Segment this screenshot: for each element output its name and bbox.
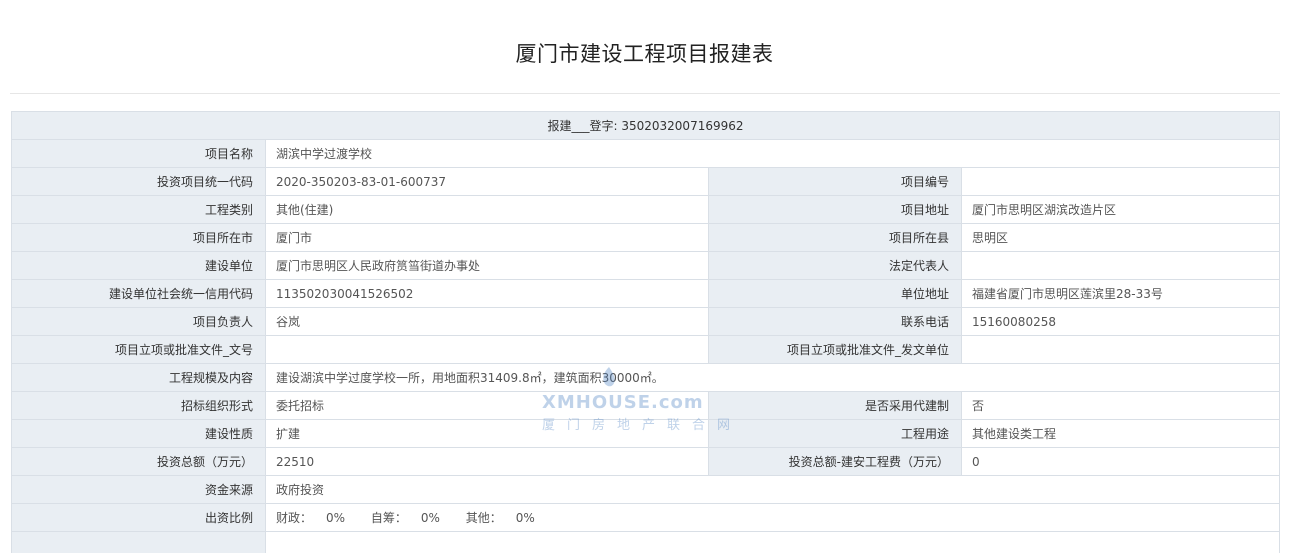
credit-code-label: 建设单位社会统一信用代码: [11, 279, 266, 308]
unit-address-label: 单位地址: [708, 279, 962, 308]
table-row: 工程规模及内容 建设湖滨中学过度学校一所，用地面积31409.8㎡，建筑面积30…: [11, 363, 1281, 392]
table-row: 项目所在市 厦门市 项目所在县 思明区: [11, 223, 1281, 252]
county-label: 项目所在县: [708, 223, 962, 252]
total-invest-value: 22510: [265, 447, 709, 476]
total-invest-label: 投资总额（万元）: [11, 447, 266, 476]
city-value: 厦门市: [265, 223, 709, 252]
usage-value: 其他建设类工程: [960, 419, 1281, 448]
project-address-label: 项目地址: [708, 195, 962, 224]
ratio-self-key: 自筹：: [370, 511, 407, 525]
unit-address-value: 福建省厦门市思明区莲滨里28-33号: [960, 279, 1281, 308]
table-row: 建设性质 扩建 工程用途 其他建设类工程: [11, 419, 1281, 448]
table-row: 工程类别 其他(住建) 项目地址 厦门市思明区湖滨改造片区: [11, 195, 1281, 224]
fund-source-label: 资金来源: [11, 475, 266, 504]
table-row: 出资比例 财政： 0% 自筹： 0% 其他： 0%: [11, 503, 1281, 532]
report-table: 报建___登字: 3502032007169962 项目名称 湖滨中学过渡学校 …: [10, 111, 1281, 553]
ratio-finance: 财政： 0%: [276, 509, 345, 526]
ratio-other: 其他： 0%: [466, 509, 535, 526]
phone-value: 15160080258: [960, 307, 1281, 336]
usage-label: 工程用途: [708, 419, 962, 448]
table-row: 投资项目统一代码 2020-350203-83-01-600737 项目编号: [11, 167, 1281, 196]
agent-system-value: 否: [960, 391, 1281, 420]
legal-rep-value: [960, 251, 1281, 280]
approval-doc-unit-value: [960, 335, 1281, 364]
fund-source-value: 政府投资: [264, 475, 1281, 504]
scale-label: 工程规模及内容: [11, 363, 266, 392]
builder-label: 建设单位: [11, 251, 266, 280]
fund-ratio-value: 财政： 0% 自筹： 0% 其他： 0%: [264, 503, 1281, 532]
phone-label: 联系电话: [708, 307, 962, 336]
project-address-value: 厦门市思明区湖滨改造片区: [960, 195, 1281, 224]
table-row: 项目立项或批准文件_文号 项目立项或批准文件_发文单位: [11, 335, 1281, 364]
nature-value: 扩建: [265, 419, 709, 448]
construction-cost-value: 0: [960, 447, 1281, 476]
bidding-form-label: 招标组织形式: [11, 391, 266, 420]
construction-cost-label: 投资总额-建安工程费（万元）: [708, 447, 962, 476]
city-label: 项目所在市: [11, 223, 266, 252]
partial-row-cell: [264, 531, 1281, 553]
project-name-label: 项目名称: [11, 139, 266, 168]
ratio-self: 自筹： 0%: [371, 509, 440, 526]
fund-ratio-label: 出资比例: [11, 503, 266, 532]
manager-label: 项目负责人: [11, 307, 266, 336]
scale-value: 建设湖滨中学过度学校一所，用地面积31409.8㎡，建筑面积30000㎡。: [264, 363, 1281, 392]
table-row: 投资总额（万元） 22510 投资总额-建安工程费（万元） 0: [11, 447, 1281, 476]
table-row: 建设单位社会统一信用代码 11350203004152650​2 单位地址 福建…: [11, 279, 1281, 308]
project-type-value: 其他(住建): [265, 195, 709, 224]
project-name-value: 湖滨中学过渡学校: [264, 139, 1281, 168]
table-row: 项目名称 湖滨中学过渡学校: [11, 139, 1281, 168]
report-page: 厦门市建设工程项目报建表 报建___登字: 3502032007169962 项…: [0, 0, 1289, 553]
project-no-label: 项目编号: [708, 167, 962, 196]
nature-label: 建设性质: [11, 419, 266, 448]
builder-value: 厦门市思明区人民政府筼筜街道办事处: [265, 251, 709, 280]
ratio-finance-value: 0%: [326, 511, 346, 525]
table-row: 建设单位 厦门市思明区人民政府筼筜街道办事处 法定代表人: [11, 251, 1281, 280]
bidding-form-value: 委托招标: [265, 391, 709, 420]
manager-value: 谷岚: [265, 307, 709, 336]
project-no-value: [960, 167, 1281, 196]
ratio-other-key: 其他：: [465, 511, 502, 525]
invest-code-label: 投资项目统一代码: [11, 167, 266, 196]
page-title: 厦门市建设工程项目报建表: [515, 42, 774, 66]
approval-doc-unit-label: 项目立项或批准文件_发文单位: [708, 335, 962, 364]
table-row-partial: [11, 531, 1281, 553]
legal-rep-label: 法定代表人: [708, 251, 962, 280]
ratio-other-value: 0%: [515, 511, 535, 525]
county-value: 思明区: [960, 223, 1281, 252]
approval-doc-no-label: 项目立项或批准文件_文号: [11, 335, 266, 364]
approval-doc-no-value: [265, 335, 709, 364]
credit-code-value: 11350203004152650​2: [265, 279, 709, 308]
project-type-label: 工程类别: [11, 195, 266, 224]
table-row: 招标组织形式 委托招标 是否采用代建制 否: [11, 391, 1281, 420]
table-row: 资金来源 政府投资: [11, 475, 1281, 504]
partial-row-cell: [11, 531, 266, 553]
register-number: 报建___登字: 3502032007169962: [10, 111, 1281, 140]
table-row: 项目负责人 谷岚 联系电话 15160080258: [11, 307, 1281, 336]
agent-system-label: 是否采用代建制: [708, 391, 962, 420]
ratio-finance-key: 财政：: [276, 511, 313, 525]
ratio-self-value: 0%: [420, 511, 440, 525]
register-row: 报建___登字: 3502032007169962: [10, 111, 1281, 140]
invest-code-value: 2020-350203-83-01-600737: [265, 167, 709, 196]
title-divider: [10, 93, 1280, 94]
